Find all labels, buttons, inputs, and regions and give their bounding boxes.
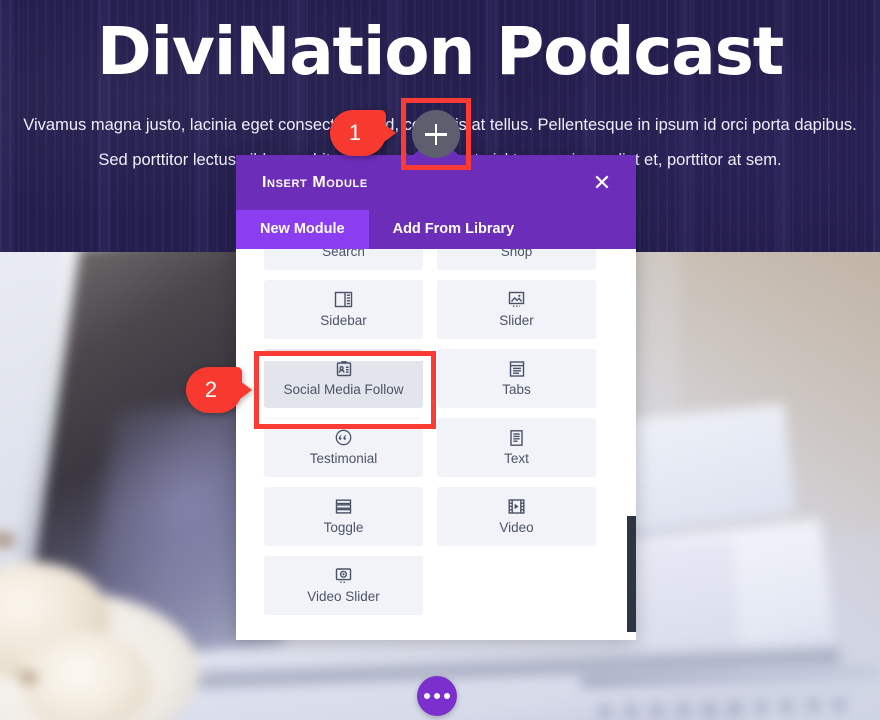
close-icon[interactable]: ✕ xyxy=(588,155,616,210)
module-card-sidebar[interactable]: Sidebar xyxy=(264,280,423,339)
quote-circle-icon xyxy=(334,428,353,448)
ellipsis-icon-dot-2 xyxy=(434,693,440,699)
module-card-search[interactable]: Search xyxy=(264,249,423,270)
modal-tab-bar: New Module Add From Library xyxy=(236,210,636,249)
vertical-scrollbar[interactable] xyxy=(627,516,636,632)
module-label: Text xyxy=(504,450,529,466)
module-label: Shop xyxy=(500,249,533,259)
module-label: Sidebar xyxy=(320,312,367,328)
video-slider-icon xyxy=(334,566,353,586)
toggle-stack-icon xyxy=(334,497,353,517)
module-label: Video xyxy=(499,519,534,535)
page-title: DiviNation Podcast xyxy=(96,13,784,90)
modal-body: Search Shop Sidebar Slider Social Media Foll… xyxy=(236,249,636,640)
ellipsis-icon-dot-3 xyxy=(444,693,450,699)
module-label: Video Slider xyxy=(307,588,380,604)
sidebar-icon xyxy=(334,290,353,310)
module-card-video-slider[interactable]: Video Slider xyxy=(264,556,423,615)
tabs-icon xyxy=(508,359,526,379)
highlight-social-media-follow xyxy=(254,351,436,429)
module-label: Testimonial xyxy=(309,450,378,466)
module-card-tabs[interactable]: Tabs xyxy=(437,349,596,408)
module-label: Toggle xyxy=(323,519,364,535)
module-label: Slider xyxy=(499,312,534,328)
module-grid: Search Shop Sidebar Slider Social Media Foll… xyxy=(236,249,636,615)
text-lines-icon xyxy=(508,428,525,448)
video-film-icon xyxy=(507,497,526,517)
marker-pin-1-number: 1 xyxy=(348,120,362,145)
divi-builder-fab[interactable] xyxy=(417,676,457,716)
photo-pastry-two xyxy=(20,632,150,720)
marker-pin-2: 2 xyxy=(186,367,262,413)
slider-image-icon xyxy=(507,290,526,310)
modal-title: Insert Module xyxy=(262,174,368,191)
ellipsis-icon-dot-1 xyxy=(424,693,430,699)
photo-paper-back xyxy=(614,403,796,531)
marker-pin-1: 1 xyxy=(330,110,406,156)
module-label: Search xyxy=(322,249,365,259)
page-canvas: DiviNation Podcast Vivamus magna justo, … xyxy=(0,0,880,720)
module-card-slider[interactable]: Slider xyxy=(437,280,596,339)
module-card-toggle[interactable]: Toggle xyxy=(264,487,423,546)
module-card-text[interactable]: Text xyxy=(437,418,596,477)
highlight-add-module-button xyxy=(401,98,471,170)
tab-new-module[interactable]: New Module xyxy=(236,210,369,249)
photo-crumb-two xyxy=(20,672,38,683)
module-card-shop[interactable]: Shop xyxy=(437,249,596,270)
marker-pin-2-number: 2 xyxy=(204,377,218,402)
module-card-video[interactable]: Video xyxy=(437,487,596,546)
tab-add-from-library[interactable]: Add From Library xyxy=(369,210,539,249)
module-label: Tabs xyxy=(502,381,531,397)
